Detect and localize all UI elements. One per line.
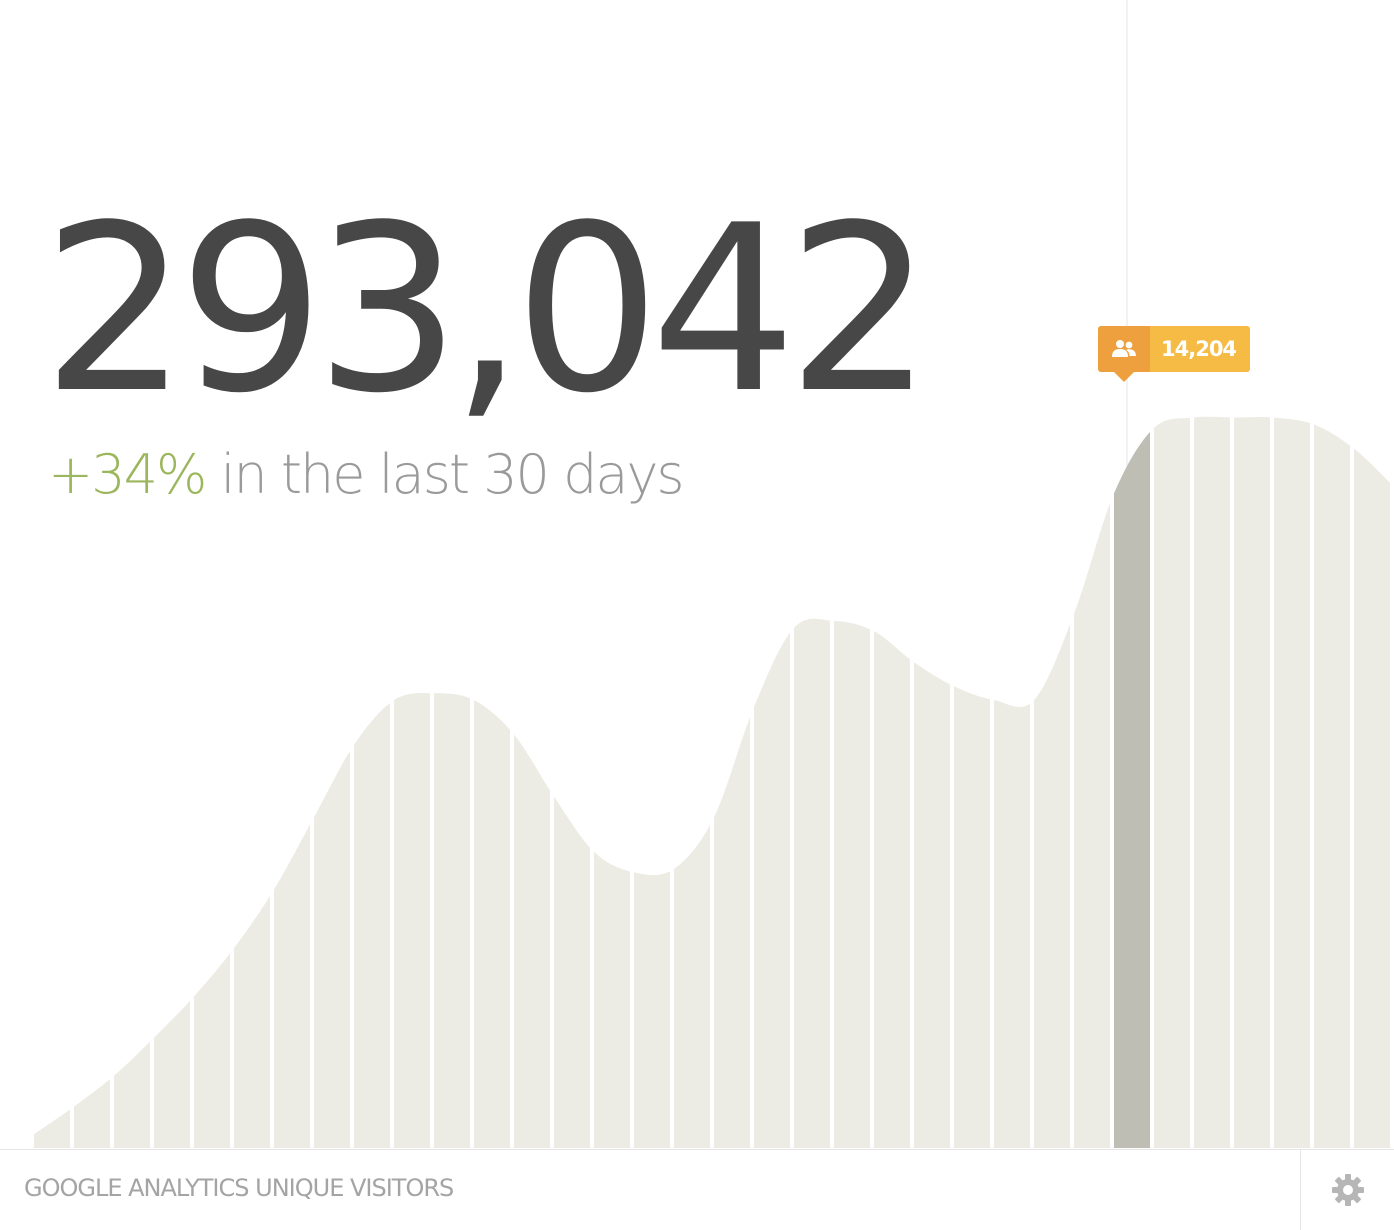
- chart-bar[interactable]: [194, 0, 230, 1148]
- chart-bar[interactable]: [34, 0, 70, 1148]
- chart-bar[interactable]: [834, 0, 870, 1148]
- gear-icon: [1331, 1174, 1364, 1206]
- chart-bar[interactable]: [994, 0, 1030, 1148]
- chart-bar[interactable]: [1154, 0, 1190, 1148]
- chart-bar[interactable]: [954, 0, 990, 1148]
- chart-bar[interactable]: [434, 0, 470, 1148]
- chart-bar[interactable]: [674, 0, 710, 1148]
- chart-bar[interactable]: [114, 0, 150, 1148]
- visitors-area-chart[interactable]: [0, 0, 1394, 1150]
- widget-footer: GOOGLE ANALYTICS UNIQUE VISITORS: [0, 1149, 1394, 1230]
- hover-tooltip: 14,204: [1098, 326, 1251, 382]
- change-period-label: [205, 443, 220, 506]
- chart-bar[interactable]: [1034, 0, 1070, 1148]
- data-source-label: GOOGLE ANALYTICS UNIQUE VISITORS: [24, 1174, 454, 1202]
- settings-button[interactable]: [1301, 1150, 1394, 1230]
- change-summary: +34% in the last 30 days: [48, 448, 685, 502]
- chart-bar[interactable]: [74, 0, 110, 1148]
- tooltip-pointer: [1114, 372, 1134, 382]
- chart-bar[interactable]: [1274, 0, 1310, 1148]
- chart-bar[interactable]: [154, 0, 190, 1148]
- chart-bar[interactable]: [914, 0, 950, 1148]
- chart-bar[interactable]: [1074, 0, 1110, 1148]
- chart-bar[interactable]: [554, 0, 590, 1148]
- chart-bar[interactable]: [594, 0, 630, 1148]
- chart-bar[interactable]: [394, 0, 430, 1148]
- chart-bar[interactable]: [514, 0, 550, 1148]
- change-percent: +34%: [48, 443, 207, 506]
- chart-bar[interactable]: [1314, 0, 1350, 1148]
- chart-bar[interactable]: [474, 0, 510, 1148]
- chart-bar[interactable]: [1234, 0, 1270, 1148]
- chart-bar[interactable]: [314, 0, 350, 1148]
- chart-bar[interactable]: [354, 0, 390, 1148]
- chart-bar[interactable]: [874, 0, 910, 1148]
- chart-bar[interactable]: [634, 0, 670, 1148]
- chart-bar[interactable]: [714, 0, 750, 1148]
- chart-bar[interactable]: [1194, 0, 1230, 1148]
- change-period-text: in the last 30 days: [220, 443, 684, 506]
- chart-bar[interactable]: [754, 0, 790, 1148]
- chart-bar[interactable]: [234, 0, 270, 1148]
- chart-bar[interactable]: [794, 0, 830, 1148]
- chart-bar[interactable]: [1354, 0, 1390, 1148]
- users-icon: [1098, 326, 1150, 372]
- chart-bar-highlighted[interactable]: [1114, 0, 1150, 1148]
- total-visitors-count: 293,042: [42, 177, 933, 444]
- tooltip-value: 14,204: [1150, 326, 1251, 372]
- chart-bar[interactable]: [274, 0, 310, 1148]
- area-bars: [34, 0, 1390, 1148]
